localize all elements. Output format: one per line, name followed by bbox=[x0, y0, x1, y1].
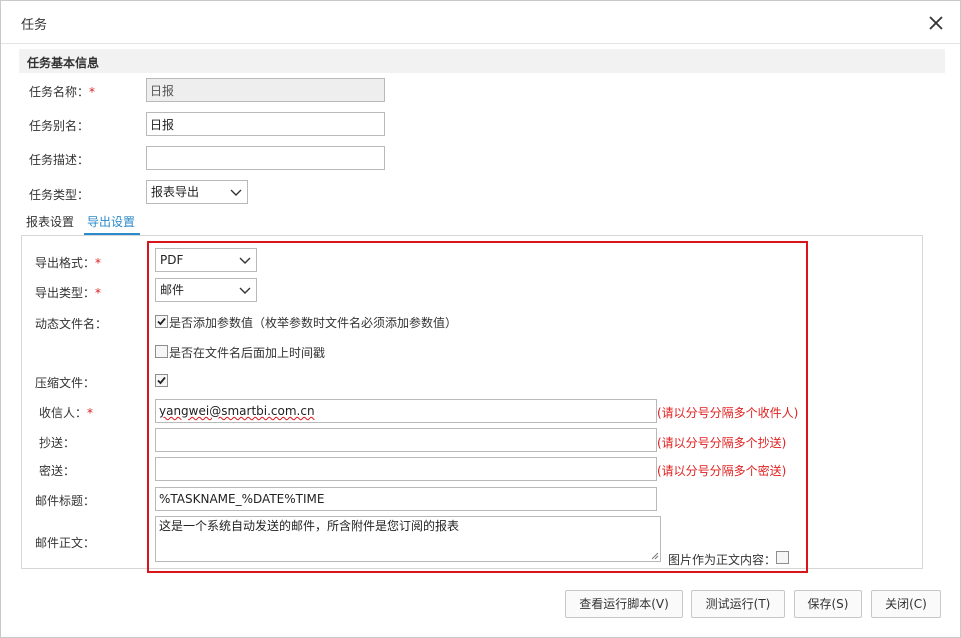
task-alias-label: 任务别名： bbox=[29, 119, 90, 133]
bcc-hint: (请以分号分隔多个密送) bbox=[657, 464, 787, 478]
mail-body-textarea[interactable]: 这是一个系统自动发送的邮件，所含附件是您订阅的报表 bbox=[155, 516, 661, 562]
timestamp-option-text: 是否在文件名后面加上时间戳 bbox=[169, 346, 326, 360]
dynamic-filename-label: 动态文件名： bbox=[35, 317, 108, 331]
task-name-label: 任务名称：* bbox=[29, 85, 96, 99]
dialog-titlebar: 任务 bbox=[1, 1, 960, 44]
task-desc-label: 任务描述： bbox=[29, 153, 90, 167]
chevron-down-icon bbox=[230, 189, 242, 196]
export-format-label: 导出格式：* bbox=[35, 256, 102, 270]
resize-grip-icon[interactable] bbox=[651, 552, 659, 560]
compress-checkbox[interactable] bbox=[155, 374, 168, 387]
task-alias-input[interactable] bbox=[146, 112, 385, 136]
task-dialog: 任务 任务基本信息 任务名称：* 任务别名： 任务描述： 任务类型： 报表导出 … bbox=[0, 0, 961, 638]
checkmark-icon bbox=[157, 376, 166, 385]
cc-input[interactable] bbox=[155, 428, 657, 452]
export-type-value: 邮件 bbox=[160, 283, 185, 297]
recipient-hint: (请以分号分隔多个收件人) bbox=[657, 406, 799, 420]
add-param-option-text: 是否添加参数值（枚举参数时文件名必须添加参数值） bbox=[169, 316, 458, 330]
image-as-body-checkbox[interactable] bbox=[776, 551, 789, 564]
close-button[interactable]: 关闭(C) bbox=[871, 590, 941, 618]
export-format-select[interactable]: PDF bbox=[155, 248, 257, 272]
task-type-value: 报表导出 bbox=[151, 185, 200, 199]
chevron-down-icon bbox=[239, 257, 251, 264]
export-type-select[interactable]: 邮件 bbox=[155, 278, 257, 302]
export-type-label: 导出类型：* bbox=[35, 286, 102, 300]
recipient-label: 收信人：* bbox=[39, 406, 94, 420]
close-icon[interactable] bbox=[925, 12, 947, 34]
mail-body-value: 这是一个系统自动发送的邮件，所含附件是您订阅的报表 bbox=[159, 519, 460, 533]
bcc-input[interactable] bbox=[155, 457, 657, 481]
mail-subject-input[interactable] bbox=[155, 487, 657, 511]
view-script-button[interactable]: 查看运行脚本(V) bbox=[565, 590, 683, 618]
recipient-input[interactable]: yangwei@smartbi.com.cn bbox=[155, 399, 657, 423]
save-button[interactable]: 保存(S) bbox=[794, 590, 862, 618]
basic-info-section-header: 任务基本信息 bbox=[19, 49, 945, 73]
export-format-value: PDF bbox=[160, 253, 184, 267]
task-type-select[interactable]: 报表导出 bbox=[146, 180, 248, 204]
task-name-input[interactable] bbox=[146, 78, 385, 102]
task-desc-input[interactable] bbox=[146, 146, 385, 170]
test-run-button[interactable]: 测试运行(T) bbox=[691, 590, 785, 618]
basic-info-section-title: 任务基本信息 bbox=[27, 56, 100, 70]
image-as-body-label: 图片作为正文内容： bbox=[668, 553, 777, 567]
chevron-down-icon bbox=[239, 287, 251, 294]
tab-report-settings[interactable]: 报表设置 bbox=[26, 213, 78, 235]
recipient-value: yangwei@smartbi.com.cn bbox=[159, 404, 315, 418]
add-param-checkbox[interactable] bbox=[155, 315, 168, 328]
task-type-label: 任务类型： bbox=[29, 188, 90, 202]
cc-hint: (请以分号分隔多个抄送) bbox=[657, 436, 787, 450]
cc-label: 抄送： bbox=[39, 436, 76, 450]
mail-body-label: 邮件正文： bbox=[35, 536, 96, 550]
checkmark-icon bbox=[157, 317, 166, 326]
dialog-title: 任务 bbox=[21, 18, 48, 33]
tab-export-settings[interactable]: 导出设置 bbox=[84, 213, 140, 235]
compress-label: 压缩文件： bbox=[35, 376, 96, 390]
mail-subject-label: 邮件标题： bbox=[35, 494, 96, 508]
timestamp-checkbox[interactable] bbox=[155, 345, 168, 358]
bcc-label: 密送： bbox=[39, 464, 76, 478]
